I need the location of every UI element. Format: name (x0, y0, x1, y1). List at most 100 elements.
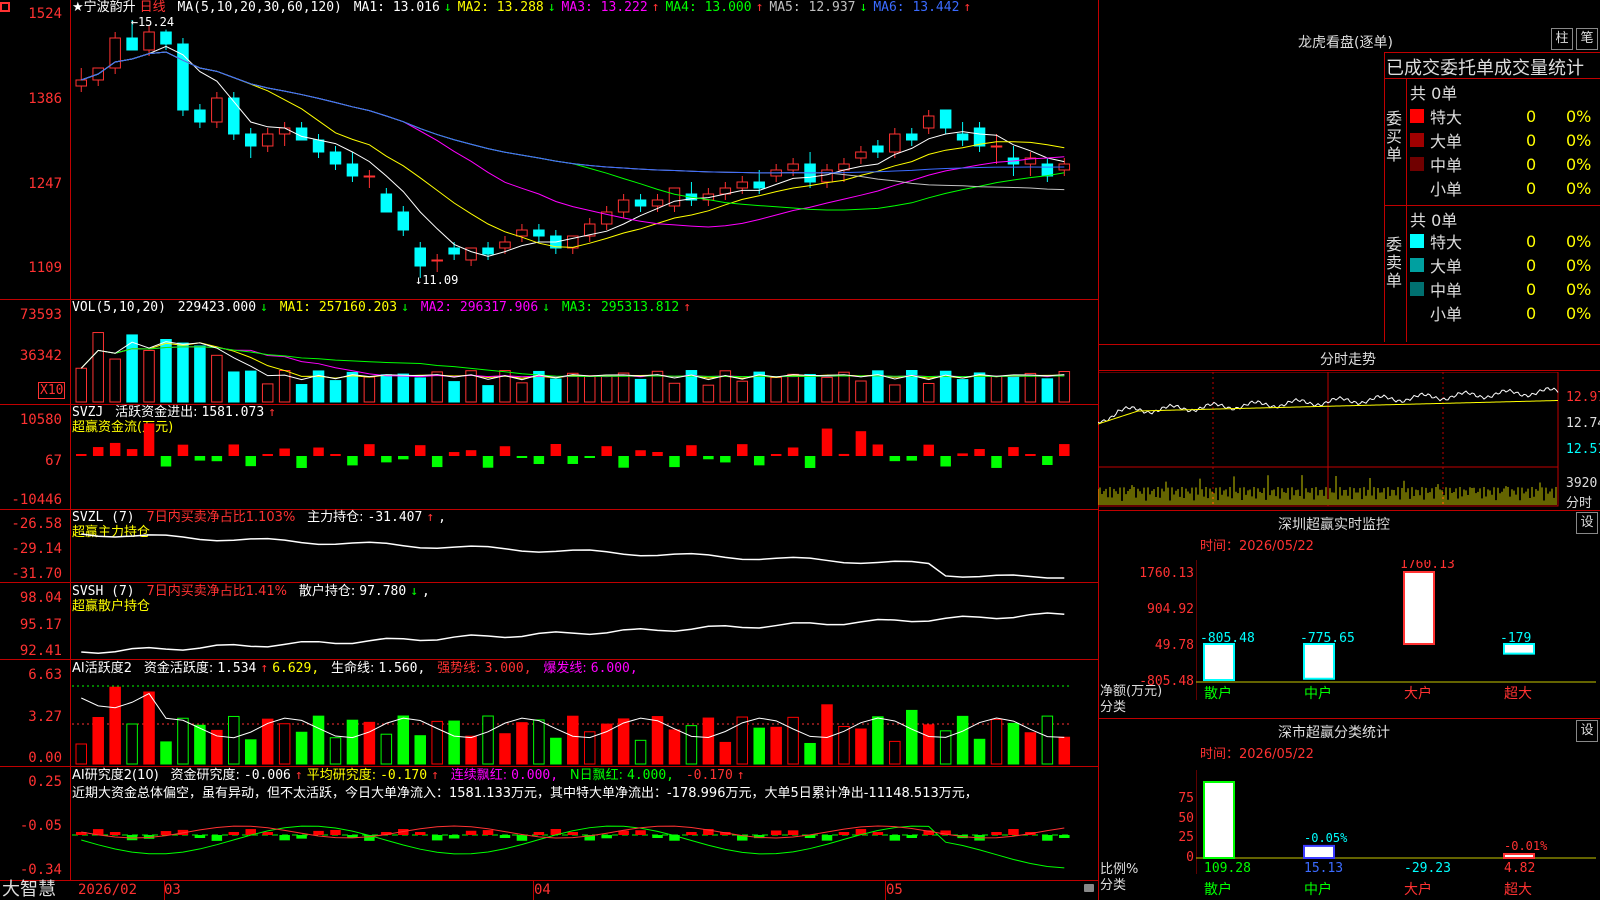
buy-count: 0 (1526, 130, 1537, 150)
svsh-title: SVSH (7) (72, 584, 135, 599)
sz-monitor-category: 大户 (1404, 685, 1432, 702)
activity-bar (177, 717, 189, 765)
sell-pct: 0% (1566, 279, 1592, 299)
activity-bar (143, 691, 155, 765)
flow-bar (381, 456, 392, 463)
flow-bar (1042, 456, 1053, 465)
svsh-ylabel-2: 95.17 (19, 617, 62, 633)
volume-bar (821, 376, 833, 403)
flow-bar (516, 456, 528, 458)
flow-bar (737, 444, 748, 456)
activity-bar (1024, 732, 1037, 765)
nred-label: N日飘红: (569, 768, 624, 783)
candlestick-chart[interactable]: ←15.24 ↓11.09 (72, 16, 1096, 298)
candle (75, 79, 88, 87)
sz-monitor-date: 时间：2026/05/22 (1200, 539, 1314, 554)
activity-bar (448, 720, 460, 765)
intraday-chart[interactable] (1098, 372, 1564, 508)
candle (855, 151, 867, 159)
volume-bar (75, 367, 88, 403)
activity-bar (855, 728, 867, 765)
candle (143, 31, 155, 51)
sz-class-value-label: 109.28 (1204, 861, 1251, 876)
lock-icon[interactable] (1084, 884, 1094, 892)
sz-monitor-axis-title2: 分类 (1100, 700, 1127, 715)
date-divider-1 (164, 880, 165, 900)
candle (431, 259, 443, 262)
flow-bar (448, 452, 460, 456)
ai-activity-chart[interactable] (72, 676, 1096, 766)
research-ylabel-2: -0.05 (19, 818, 62, 834)
research-bar (194, 835, 206, 838)
main-holdings-chart[interactable] (72, 528, 1096, 582)
sz-class-chart[interactable]: 109.28 散户 -0.05% 15.13 中户 -29.23 大户 -0.01% 4.82 超… (1196, 770, 1600, 900)
buy-pct: 0% (1566, 130, 1592, 150)
flow-bar (1008, 447, 1019, 456)
stock-name[interactable]: ★宁波韵升 (72, 0, 136, 15)
flow-bar (889, 456, 901, 462)
flow-bar (211, 456, 223, 462)
volume-bar (194, 345, 206, 403)
main-header: ★宁波韵升 日线 MA(5,10,20,30,60,120) MA1: 13.01… (72, 0, 981, 16)
activity-bar (109, 686, 121, 765)
period-label[interactable]: 日线 (140, 0, 166, 15)
sz-monitor-chart[interactable]: -805.48 散户 -775.65 中户 1760.13 大户 -179 超大 (1196, 560, 1600, 710)
candle (922, 115, 935, 129)
volume-bar (363, 376, 376, 403)
capital-flow-chart[interactable] (72, 420, 1096, 508)
buy-pct: 0% (1566, 154, 1592, 174)
sell-count: 0 (1526, 279, 1537, 299)
activity-bar (753, 727, 765, 765)
candle (939, 109, 952, 129)
buy-name: 小单 (1430, 180, 1463, 199)
research-bar (991, 832, 1002, 835)
sz-monitor-settings-button[interactable]: 设 (1576, 512, 1598, 534)
vol-ma3-arrow: ↑ (683, 300, 692, 315)
candle (753, 181, 765, 189)
sz-class-settings-button[interactable]: 设 (1576, 720, 1598, 742)
flow-bar (109, 442, 121, 456)
tab-bar-view[interactable]: 柱 (1551, 28, 1573, 50)
volume-bar (668, 382, 681, 403)
volume-bar (346, 371, 359, 403)
candle (651, 199, 664, 207)
flow-bar (482, 456, 494, 468)
flow-bar (753, 456, 765, 466)
candle (312, 139, 325, 153)
vol-value: 229423.000 (177, 300, 257, 315)
research-bar (211, 835, 223, 841)
svzl-ylabel-2: -29.14 (11, 541, 62, 557)
ai-research-chart[interactable] (72, 800, 1096, 880)
volume-bar (295, 384, 308, 403)
svzl-label2: 主力持仓: (307, 510, 364, 525)
flow-bar (465, 450, 477, 456)
flow-bar (160, 456, 172, 467)
flow-bar (991, 456, 1002, 468)
sz-monitor-ylabel-1: 1760.13 (1139, 566, 1194, 581)
candle (380, 193, 393, 213)
ma-arrow-1: ↓ (443, 0, 452, 15)
ma-value-2: MA2: 13.288 (457, 0, 544, 15)
tab-tick-view[interactable]: 笔 (1576, 28, 1598, 50)
dragon-tiger-title: 龙虎看盘(逐单) (1298, 35, 1393, 51)
candle (499, 241, 511, 249)
volume-chart[interactable] (72, 316, 1096, 404)
flow-bar (279, 448, 290, 456)
activity-bar (550, 737, 562, 765)
activity-bar (973, 738, 986, 765)
yaxis-divider (70, 0, 71, 880)
date-tick-3: 04 (534, 882, 551, 898)
candle (872, 145, 884, 153)
activity-bar (1007, 722, 1020, 765)
rp-table-left (1384, 52, 1385, 342)
retail-holdings-chart[interactable] (72, 600, 1096, 658)
volume-bar (787, 373, 799, 403)
research-bar (414, 832, 426, 835)
activity-bar (228, 715, 240, 765)
flow-bar (364, 444, 375, 456)
sell-count: 0 (1526, 231, 1537, 251)
brand-label: 大智慧 (2, 879, 56, 900)
candle (261, 133, 274, 147)
intraday-title: 分时走势 (1320, 352, 1376, 368)
volume-bar (228, 371, 240, 403)
